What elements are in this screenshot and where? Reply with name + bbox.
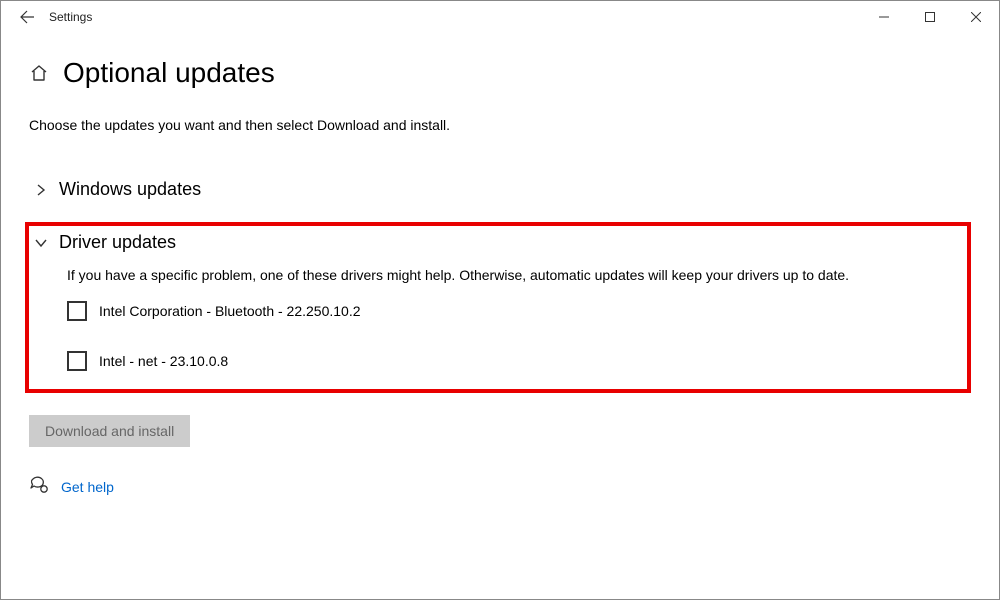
get-help-link[interactable]: Get help [61, 479, 114, 495]
driver-updates-section-header[interactable]: Driver updates [33, 232, 959, 253]
home-icon [29, 63, 49, 83]
update-checkbox[interactable] [67, 301, 87, 321]
update-item: Intel Corporation - Bluetooth - 22.250.1… [67, 301, 959, 321]
section-label: Driver updates [59, 232, 176, 253]
help-icon [29, 475, 49, 498]
home-button[interactable] [29, 63, 49, 83]
back-button[interactable] [7, 1, 47, 33]
download-install-button[interactable]: Download and install [29, 415, 190, 447]
page-title: Optional updates [63, 57, 275, 89]
driver-updates-highlight: Driver updates If you have a specific pr… [25, 222, 971, 393]
chevron-down-icon [33, 235, 49, 251]
driver-updates-description: If you have a specific problem, one of t… [67, 267, 959, 283]
maximize-icon [925, 12, 935, 22]
page-description: Choose the updates you want and then sel… [29, 117, 971, 133]
minimize-icon [879, 12, 889, 22]
close-icon [971, 12, 981, 22]
update-label: Intel - net - 23.10.0.8 [99, 353, 228, 369]
maximize-button[interactable] [907, 1, 953, 33]
arrow-left-icon [19, 9, 35, 25]
update-checkbox[interactable] [67, 351, 87, 371]
minimize-button[interactable] [861, 1, 907, 33]
chevron-right-icon [33, 182, 49, 198]
titlebar: Settings [1, 1, 999, 33]
windows-updates-section-header[interactable]: Windows updates [33, 179, 971, 200]
section-label: Windows updates [59, 179, 201, 200]
update-label: Intel Corporation - Bluetooth - 22.250.1… [99, 303, 361, 319]
window-title: Settings [49, 10, 92, 24]
close-button[interactable] [953, 1, 999, 33]
update-item: Intel - net - 23.10.0.8 [67, 351, 959, 371]
